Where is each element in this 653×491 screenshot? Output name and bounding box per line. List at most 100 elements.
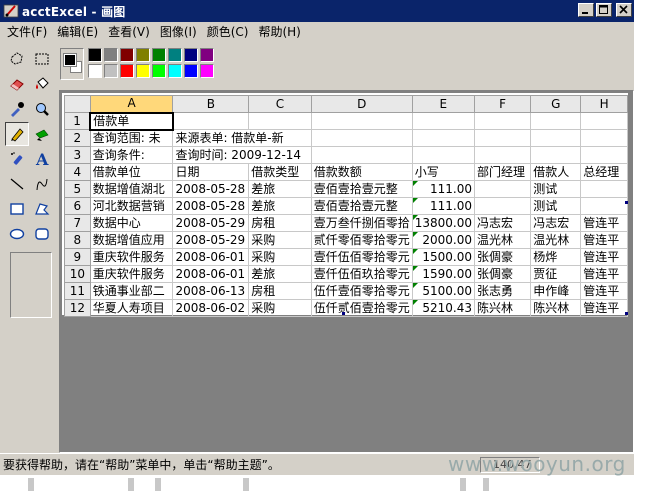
palette-swatch[interactable] (152, 64, 166, 78)
minimize-button[interactable] (578, 3, 594, 17)
footer-marks (0, 478, 634, 491)
palette-swatch[interactable] (168, 64, 182, 78)
table-cell: 借款类型 (248, 163, 312, 181)
cell-value: 2000.00 (422, 232, 472, 247)
table-cell: 冯志宏 (530, 214, 582, 232)
brush-tool[interactable] (30, 122, 54, 146)
text-tool[interactable]: A (30, 147, 54, 171)
maximize-button[interactable] (596, 3, 612, 17)
menu-file[interactable]: 文件(F) (4, 23, 54, 40)
airbrush-tool[interactable] (5, 147, 29, 171)
table-cell: 张倜豪 (473, 248, 532, 266)
fill-icon (36, 77, 49, 89)
menu-image[interactable]: 图像(I) (157, 23, 204, 40)
table-cell: 2008-05-29 (172, 214, 250, 232)
menu-colors[interactable]: 颜色(C) (204, 23, 256, 40)
magnifier-tool[interactable] (30, 97, 54, 121)
fill-tool[interactable] (30, 72, 54, 96)
table-cell (580, 112, 628, 130)
resize-handle-bottom[interactable] (342, 312, 345, 315)
window-title: acctExcel - 画图 (22, 4, 126, 19)
line-tool[interactable] (5, 172, 29, 196)
canvas-scroll-area[interactable]: A B C D E F G H 1 借款单 2 查询范围: 未来源表单: 借款单-新 3 查询条件: 查询时… (59, 90, 634, 453)
table-cell (172, 112, 250, 130)
table-cell (411, 112, 475, 130)
menu-view[interactable]: 查看(V) (105, 23, 157, 40)
table-cell (580, 146, 628, 164)
resize-handle-corner[interactable] (625, 312, 628, 315)
paint-app-icon[interactable] (3, 3, 19, 19)
cell-note-marker (413, 215, 418, 220)
eraser-icon (10, 79, 24, 91)
cell-value: 111.00 (429, 198, 472, 213)
menu-bar: 文件(F) 编辑(E) 查看(V) 图像(I) 颜色(C) 帮助(H) (0, 22, 634, 41)
curve-tool[interactable] (30, 172, 54, 196)
current-colors[interactable] (60, 48, 84, 80)
menu-edit[interactable]: 编辑(E) (54, 23, 105, 40)
palette-swatch[interactable] (88, 64, 102, 78)
table-cell: 差旅 (248, 197, 312, 215)
rect-select-tool[interactable] (30, 47, 54, 71)
palette-swatch[interactable] (104, 64, 118, 78)
palette-swatch[interactable] (120, 64, 134, 78)
palette-swatch[interactable] (184, 48, 198, 62)
close-button[interactable] (616, 3, 632, 17)
cell-value: 5210.43 (422, 300, 472, 315)
table-cell: 采购 (248, 299, 312, 317)
rectangle-icon (10, 203, 24, 215)
table-row: 10 重庆软件服务 2008-06-01 差旅 壹仟伍佰玖拾零元 1590.00 张倜豪 贾征… (64, 265, 628, 283)
status-message: 要获得帮助，请在“帮助”菜单中，单击“帮助主题”。 (3, 458, 280, 472)
table-cell: 差旅 (248, 265, 312, 283)
table-row: 12 华夏人寿项目 2008-06-02 采购 伍仟贰佰壹拾零元 5210.43 陈兴林 陈兴… (64, 299, 628, 317)
rounded-rect-tool[interactable] (30, 222, 54, 246)
palette-swatch[interactable] (200, 64, 214, 78)
table-cell: 铁通事业部二 (89, 282, 174, 300)
palette-swatch[interactable] (136, 48, 150, 62)
polygon-tool[interactable] (30, 197, 54, 221)
palette-swatch[interactable] (152, 48, 166, 62)
resize-handle-right[interactable] (625, 201, 628, 204)
table-cell: 借款单 (89, 111, 174, 131)
line-icon (10, 178, 24, 190)
main-area: A A B C D E F G H 1 借款单 2 查询范围: 未 来源表单: … (0, 41, 634, 453)
ellipse-tool[interactable] (5, 222, 29, 246)
table-cell: 杨烨 (530, 248, 582, 266)
row-header: 2 (64, 129, 91, 147)
palette-swatch[interactable] (88, 48, 102, 62)
curve-icon (36, 178, 48, 191)
palette-swatch[interactable] (104, 48, 118, 62)
title-bar[interactable]: acctExcel - 画图 (0, 0, 634, 22)
row-header: 11 (64, 282, 91, 300)
free-select-tool[interactable] (5, 47, 29, 71)
menu-help[interactable]: 帮助(H) (255, 23, 307, 40)
watermark: www.wooyun.org (448, 452, 626, 476)
table-cell: 管连平 (580, 231, 628, 249)
table-row: 4 借款单位 日期 借款类型 借款数额 小写 部门经理 借款人 总经理 (64, 163, 628, 181)
image-canvas[interactable]: A B C D E F G H 1 借款单 2 查询范围: 未来源表单: 借款单-新 3 查询条件: 查询时… (62, 93, 628, 317)
palette-swatch[interactable] (184, 64, 198, 78)
color-picker-tool[interactable] (5, 97, 29, 121)
table-cell: 贰仟零佰零拾零元 (310, 231, 413, 249)
table-cell: 2008-06-02 (172, 299, 250, 317)
pencil-tool[interactable] (5, 122, 29, 146)
table-cell: 2008-06-13 (172, 282, 250, 300)
table-cell: 5210.43 (411, 299, 475, 317)
palette-swatch[interactable] (200, 48, 214, 62)
eraser-tool[interactable] (5, 72, 29, 96)
palette-swatch[interactable] (136, 64, 150, 78)
table-cell (473, 180, 532, 198)
cell-note-marker (413, 249, 418, 254)
polygon-icon (35, 203, 50, 215)
airbrush-icon (11, 152, 23, 165)
tool-options-box[interactable] (10, 252, 52, 318)
palette-swatch[interactable] (120, 48, 134, 62)
table-cell: 伍仟贰佰壹拾零元 (310, 299, 413, 317)
palette-swatch[interactable] (168, 48, 182, 62)
table-cell: 日期 (172, 163, 250, 181)
spreadsheet-image: A B C D E F G H 1 借款单 2 查询范围: 未来源表单: 借款单-新 3 查询条件: 查询时… (64, 95, 628, 317)
table-row: 9 重庆软件服务 2008-06-01 采购 壹仟伍佰零拾零元 1500.00 张倜豪 杨烨管… (64, 248, 628, 266)
table-cell (248, 112, 312, 130)
cell-note-marker (413, 181, 418, 186)
rectangle-tool[interactable] (5, 197, 29, 221)
row-header: 8 (64, 231, 91, 249)
